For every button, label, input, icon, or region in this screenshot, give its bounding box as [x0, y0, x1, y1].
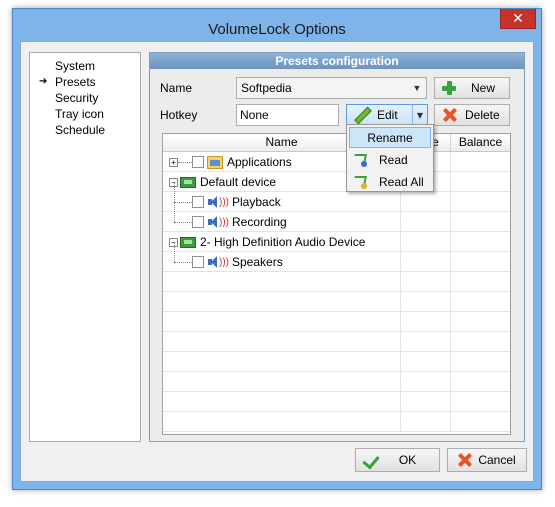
ok-button[interactable]: OK [355, 448, 440, 472]
preset-name-combo[interactable]: Softpedia ▼ [236, 77, 427, 99]
window-title: VolumeLock Options [208, 20, 346, 38]
speaker-icon [207, 215, 221, 229]
close-button[interactable]: ✕ [500, 9, 536, 29]
new-button-label: New [471, 81, 496, 95]
empty-row [163, 272, 510, 292]
row-label: 2- High Definition Audio Device [200, 235, 366, 249]
edit-dropdown-arrow[interactable]: ▼ [412, 104, 428, 126]
row-label: Playback [232, 195, 281, 209]
row-label: Recording [232, 215, 287, 229]
menu-item-label: Rename [367, 130, 413, 145]
row-checkbox[interactable] [192, 196, 204, 208]
nav-item-presets[interactable]: ➔ Presets [30, 74, 140, 90]
nav-item-label: Tray icon [55, 107, 104, 121]
sound-card-icon [180, 176, 196, 188]
chevron-down-icon[interactable]: ▼ [408, 78, 426, 98]
delete-x-icon [441, 107, 457, 123]
applications-folder-icon [207, 155, 223, 169]
name-label: Name [160, 81, 193, 95]
table-row[interactable]: − 2- High Definition Audio Device [163, 232, 510, 252]
row-label: Applications [227, 155, 292, 169]
nav-item-label: Presets [55, 75, 96, 89]
cancel-button-label: Cancel [478, 453, 516, 467]
sound-card-icon [180, 236, 196, 248]
row-label: Default device [200, 175, 277, 189]
presets-panel: Presets configuration Name Softpedia ▼ N… [149, 52, 525, 442]
nav-item-security[interactable]: Security [30, 90, 140, 106]
expand-icon[interactable]: + [169, 157, 178, 167]
row-checkbox[interactable] [192, 216, 204, 228]
menu-item-label: Read All [379, 174, 424, 189]
row-label: Speakers [232, 255, 283, 269]
menu-item-read-all[interactable]: Read All [349, 171, 431, 192]
hotkey-input[interactable]: None [236, 104, 339, 126]
menu-item-label: Read [379, 152, 408, 167]
options-nav-list: System ➔ Presets Security Tray icon Sche… [29, 52, 141, 442]
read-icon [353, 152, 369, 168]
menu-item-read[interactable]: Read [349, 149, 431, 170]
empty-row [163, 332, 510, 352]
edit-button-label: Edit [377, 108, 398, 122]
delete-button-label: Delete [465, 108, 500, 122]
grid-header: Name Mute Balance [163, 134, 510, 152]
speaker-icon [207, 255, 221, 269]
empty-row [163, 392, 510, 412]
nav-item-label: Schedule [55, 123, 106, 137]
preset-name-value: Softpedia [241, 81, 292, 95]
panel-header: Presets configuration [150, 53, 524, 69]
client-area: System ➔ Presets Security Tray icon Sche… [20, 41, 534, 482]
nav-item-tray-icon[interactable]: Tray icon [30, 106, 140, 122]
empty-row [163, 412, 510, 432]
edit-button[interactable]: Edit [346, 104, 413, 126]
table-row[interactable]: − Default device [163, 172, 510, 192]
empty-row [163, 352, 510, 372]
nav-item-label: System [55, 59, 96, 73]
row-checkbox[interactable] [192, 256, 204, 268]
devices-grid: Name Mute Balance + Applications [162, 133, 511, 435]
speaker-icon [207, 195, 221, 209]
table-row[interactable]: ))) Speakers [163, 242, 510, 272]
row-checkbox[interactable] [192, 156, 204, 168]
selected-arrow-icon: ➔ [39, 76, 48, 87]
empty-row [163, 292, 510, 312]
edit-dropdown-menu: Rename Read Read All [346, 124, 434, 192]
nav-item-system[interactable]: System [30, 58, 140, 74]
table-row[interactable]: ))) Recording [163, 202, 510, 232]
delete-button[interactable]: Delete [434, 104, 510, 126]
nav-item-schedule[interactable]: Schedule [30, 122, 140, 138]
table-row[interactable]: + Applications [163, 152, 510, 172]
pencil-icon [353, 107, 369, 123]
table-row[interactable]: ))) Playback [163, 182, 510, 212]
plus-icon [441, 80, 457, 96]
menu-item-rename[interactable]: Rename [349, 127, 431, 148]
ok-button-label: OK [398, 453, 417, 467]
new-button[interactable]: New [434, 77, 510, 99]
nav-item-label: Security [55, 91, 99, 105]
column-header-balance[interactable]: Balance [451, 134, 510, 151]
empty-row [163, 372, 510, 392]
empty-row [163, 312, 510, 332]
cancel-button[interactable]: Cancel [447, 448, 527, 472]
options-window: VolumeLock Options ✕ System ➔ Presets Se… [12, 8, 542, 490]
hotkey-label: Hotkey [160, 108, 198, 122]
read-all-icon [353, 174, 369, 190]
